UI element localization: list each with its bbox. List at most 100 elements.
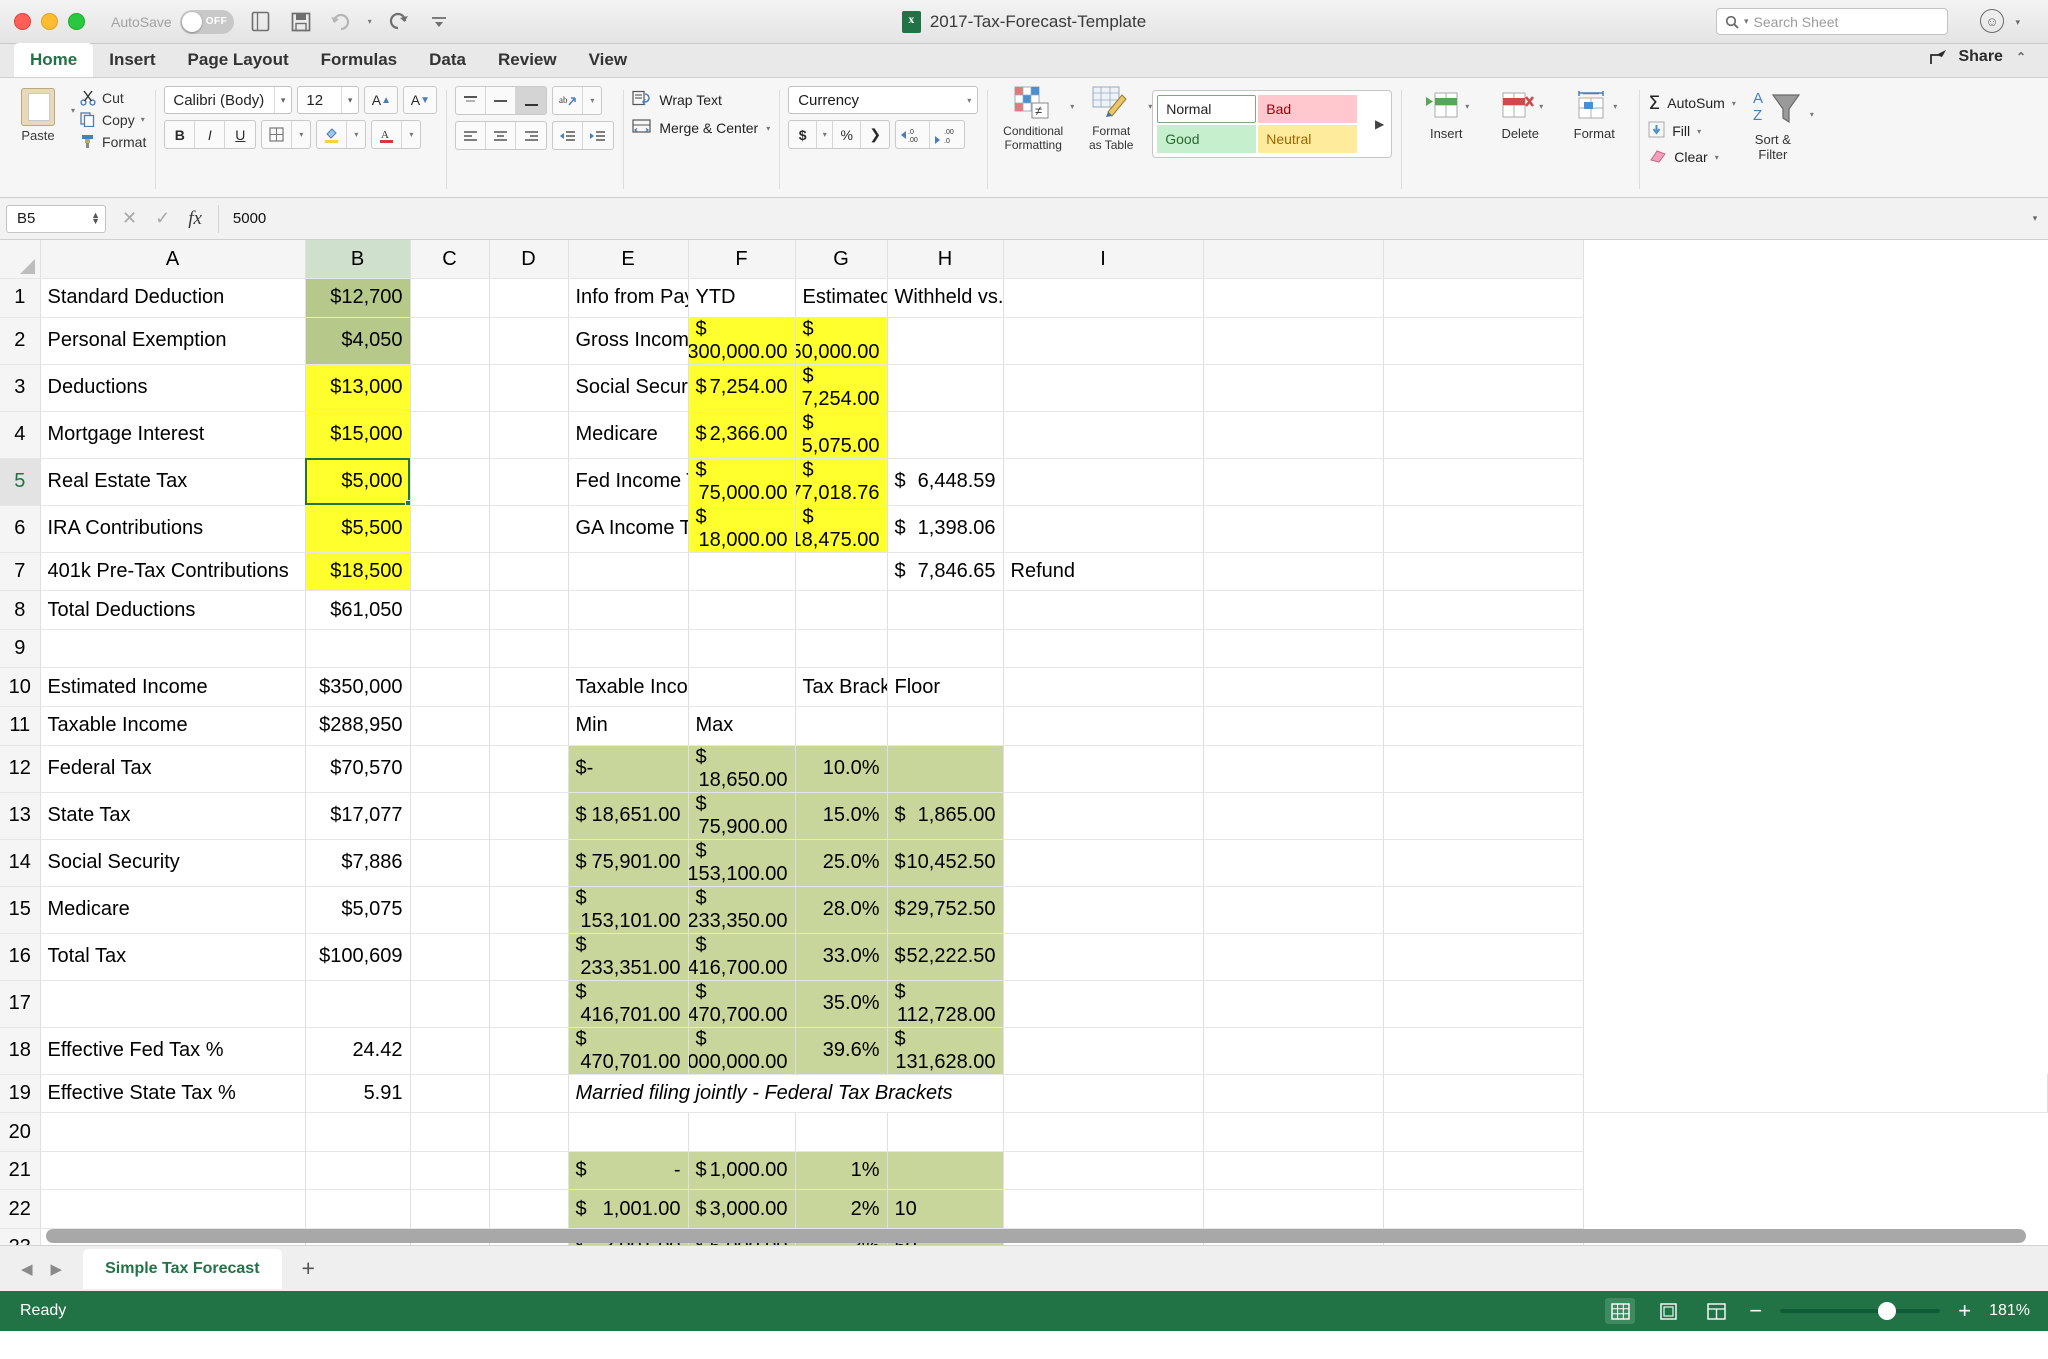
window-controls[interactable]: [0, 13, 85, 30]
expand-formula-bar-caret[interactable]: ▾: [2022, 213, 2048, 224]
cell-E9[interactable]: [568, 629, 689, 669]
cell-C10[interactable]: [410, 667, 490, 708]
cell-B10[interactable]: $350,000: [305, 667, 411, 708]
align-left-button[interactable]: [456, 122, 487, 149]
align-bottom-button[interactable]: [516, 87, 547, 114]
cell-E6[interactable]: GA Income Tax: [568, 505, 689, 553]
cell-G3[interactable]: $7,254.00: [795, 364, 888, 412]
cell-H22[interactable]: 10: [887, 1189, 1004, 1230]
cell-H14[interactable]: $10,452.50: [887, 839, 1004, 887]
previous-sheet-icon[interactable]: ◀: [14, 1260, 40, 1278]
cell-I16[interactable]: [1003, 933, 1204, 981]
undo-icon[interactable]: [328, 9, 354, 35]
style-normal[interactable]: Normal: [1157, 95, 1257, 123]
cell-C15[interactable]: [410, 886, 490, 934]
cell-F8[interactable]: [688, 590, 796, 630]
cell-B18[interactable]: 24.42: [305, 1027, 411, 1075]
cell-B14[interactable]: $7,886: [305, 839, 411, 887]
search-input[interactable]: Search Sheet: [1754, 14, 1839, 30]
align-top-button[interactable]: [456, 87, 487, 114]
new-document-icon[interactable]: [248, 9, 274, 35]
cell-G1[interactable]: Estimated 2017: [795, 278, 888, 318]
zoom-in-button[interactable]: +: [1958, 1298, 1971, 1324]
cell-empty[interactable]: [1383, 933, 1584, 981]
cell-I4[interactable]: [1003, 411, 1204, 459]
cell-I10[interactable]: [1003, 667, 1204, 708]
cell-F21[interactable]: $1,000.00: [688, 1151, 796, 1191]
cell-H21[interactable]: [887, 1151, 1004, 1191]
cell-empty[interactable]: [1383, 667, 1584, 708]
cell-empty[interactable]: [1203, 1027, 1384, 1075]
cell-C12[interactable]: [410, 745, 490, 793]
ribbon-collapse-caret[interactable]: ⌃: [2016, 50, 2026, 64]
cell-F2[interactable]: $300,000.00: [688, 317, 796, 365]
tab-formulas[interactable]: Formulas: [305, 43, 414, 77]
row-header-3[interactable]: 3: [0, 364, 41, 412]
next-sheet-icon[interactable]: ▶: [44, 1260, 70, 1278]
cell-B9[interactable]: [305, 629, 411, 669]
cell-B20[interactable]: [305, 1112, 411, 1152]
italic-button[interactable]: I: [195, 121, 226, 148]
cell-F19[interactable]: [1003, 1074, 1204, 1114]
cell-H4[interactable]: [887, 411, 1004, 459]
cell-H15[interactable]: $29,752.50: [887, 886, 1004, 934]
conditional-formatting-button[interactable]: ≠ Conditional Formatting: [996, 84, 1070, 153]
cell-C7[interactable]: [410, 552, 490, 592]
cell-A2[interactable]: Personal Exemption: [40, 317, 306, 365]
redo-icon[interactable]: [386, 9, 412, 35]
cell-C18[interactable]: [410, 1027, 490, 1075]
cell-D8[interactable]: [489, 590, 569, 630]
sort-filter-button[interactable]: AZ Sort & Filter: [1736, 84, 1810, 163]
cell-A9[interactable]: [40, 629, 306, 669]
text-orientation-button[interactable]: ab: [553, 87, 584, 114]
cell-empty[interactable]: [1383, 552, 1584, 592]
row-header-17[interactable]: 17: [0, 980, 41, 1028]
cell-G14[interactable]: 25.0%: [795, 839, 888, 887]
cell-empty[interactable]: [1383, 364, 1584, 412]
name-box[interactable]: B5 ▲ ▼: [6, 204, 106, 233]
cell-A3[interactable]: Deductions: [40, 364, 306, 412]
fill-color-caret[interactable]: ▾: [347, 121, 365, 148]
cell-B2[interactable]: $4,050: [305, 317, 411, 365]
cell-empty[interactable]: [1203, 317, 1384, 365]
cell-empty[interactable]: [1383, 1189, 1584, 1230]
row-header-21[interactable]: 21: [0, 1151, 41, 1191]
cell-A13[interactable]: State Tax: [40, 792, 306, 840]
cell-C6[interactable]: [410, 505, 490, 553]
row-header-1[interactable]: 1: [0, 278, 41, 318]
cell-E3[interactable]: Social Security: [568, 364, 689, 412]
cell-H1[interactable]: Withheld vs. what you owe: [887, 278, 1004, 318]
cell-empty[interactable]: [1383, 1151, 1584, 1191]
cell-G17[interactable]: 35.0%: [795, 980, 888, 1028]
cell-E18[interactable]: $470,701.00: [568, 1027, 689, 1075]
row-header-11[interactable]: 11: [0, 706, 41, 746]
cell-C5[interactable]: [410, 458, 490, 506]
cell-empty[interactable]: [1203, 667, 1384, 708]
spreadsheet-grid[interactable]: ABCDEFGHI 1 Standard Deduction $12,700 Info…: [0, 240, 2048, 1245]
cell-E21[interactable]: $ -: [568, 1151, 689, 1191]
cell-B15[interactable]: $5,075: [305, 886, 411, 934]
cell-D6[interactable]: [489, 505, 569, 553]
font-size-select[interactable]: 12 ▾: [297, 86, 360, 114]
cell-I5[interactable]: [1003, 458, 1204, 506]
column-header-F[interactable]: F: [688, 240, 796, 280]
cell-empty[interactable]: [1203, 745, 1384, 793]
cell-C16[interactable]: [410, 933, 490, 981]
cut-button[interactable]: Cut: [79, 89, 146, 106]
cell-H17[interactable]: $112,728.00: [887, 980, 1004, 1028]
cell-empty[interactable]: [1383, 886, 1584, 934]
row-header-20[interactable]: 20: [0, 1112, 41, 1152]
tab-home[interactable]: Home: [14, 43, 94, 77]
currency-format-button[interactable]: $: [789, 121, 818, 148]
row-header-14[interactable]: 14: [0, 839, 41, 887]
cell-empty[interactable]: [1383, 980, 1584, 1028]
tab-review[interactable]: Review: [482, 43, 573, 77]
normal-view-icon[interactable]: [1605, 1298, 1636, 1324]
row-header-7[interactable]: 7: [0, 552, 41, 592]
cell-A1[interactable]: Standard Deduction: [40, 278, 306, 318]
cell-empty[interactable]: [1383, 278, 1584, 318]
increase-decimal-button[interactable]: .0.00: [896, 121, 931, 148]
search-sheet-box[interactable]: ▾ Search Sheet: [1716, 8, 1948, 35]
cell-D2[interactable]: [489, 317, 569, 365]
format-cells-caret[interactable]: ▾: [1613, 102, 1617, 111]
